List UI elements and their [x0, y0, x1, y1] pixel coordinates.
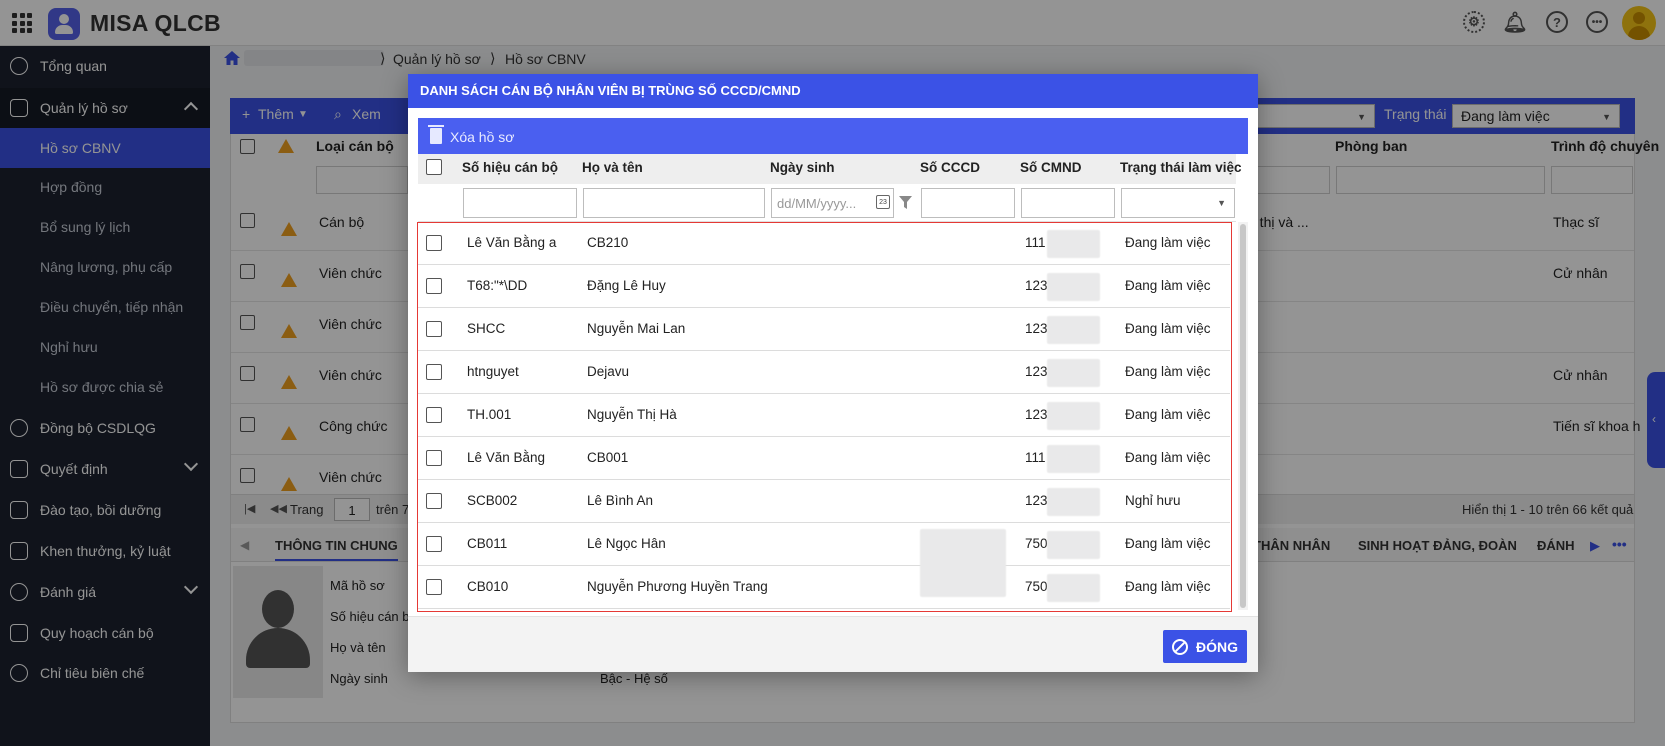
- calendar-icon[interactable]: 23: [876, 195, 890, 209]
- column-header-status[interactable]: Trạng thái làm việc: [1120, 160, 1242, 175]
- dialog-scrollbar-thumb[interactable]: [1240, 224, 1246, 608]
- dialog-title: DANH SÁCH CÁN BỘ NHÂN VIÊN BỊ TRÙNG SỐ C…: [408, 74, 1258, 108]
- caret-down-icon: ▼: [1217, 198, 1226, 208]
- filter-cccd-input[interactable]: [921, 188, 1015, 218]
- ban-icon: [1172, 638, 1188, 655]
- close-label: ĐÓNG: [1196, 638, 1238, 655]
- filter-name-input[interactable]: [583, 188, 765, 218]
- date-placeholder: dd/MM/yyyy...: [777, 196, 857, 211]
- filter-status-select[interactable]: ▼: [1121, 188, 1235, 218]
- duplicate-highlight-box: [417, 222, 1232, 612]
- close-button[interactable]: ĐÓNG: [1163, 630, 1247, 663]
- column-header-name[interactable]: Họ và tên: [582, 160, 643, 175]
- column-header-cccd[interactable]: Số CCCD: [920, 160, 980, 175]
- select-all-checkbox[interactable]: [426, 159, 442, 175]
- delete-toolbar: [418, 118, 1248, 154]
- delete-profile-button[interactable]: Xóa hồ sơ: [450, 129, 514, 145]
- dialog-footer: [408, 616, 1258, 672]
- filter-icon[interactable]: [899, 196, 912, 209]
- filter-cmnd-input[interactable]: [1021, 188, 1115, 218]
- trash-icon[interactable]: [428, 125, 444, 144]
- column-header-cmnd[interactable]: Số CMND: [1020, 160, 1082, 175]
- column-header-dob[interactable]: Ngày sinh: [770, 160, 835, 175]
- filter-code-input[interactable]: [463, 188, 577, 218]
- column-header-code[interactable]: Số hiệu cán bộ: [462, 160, 558, 175]
